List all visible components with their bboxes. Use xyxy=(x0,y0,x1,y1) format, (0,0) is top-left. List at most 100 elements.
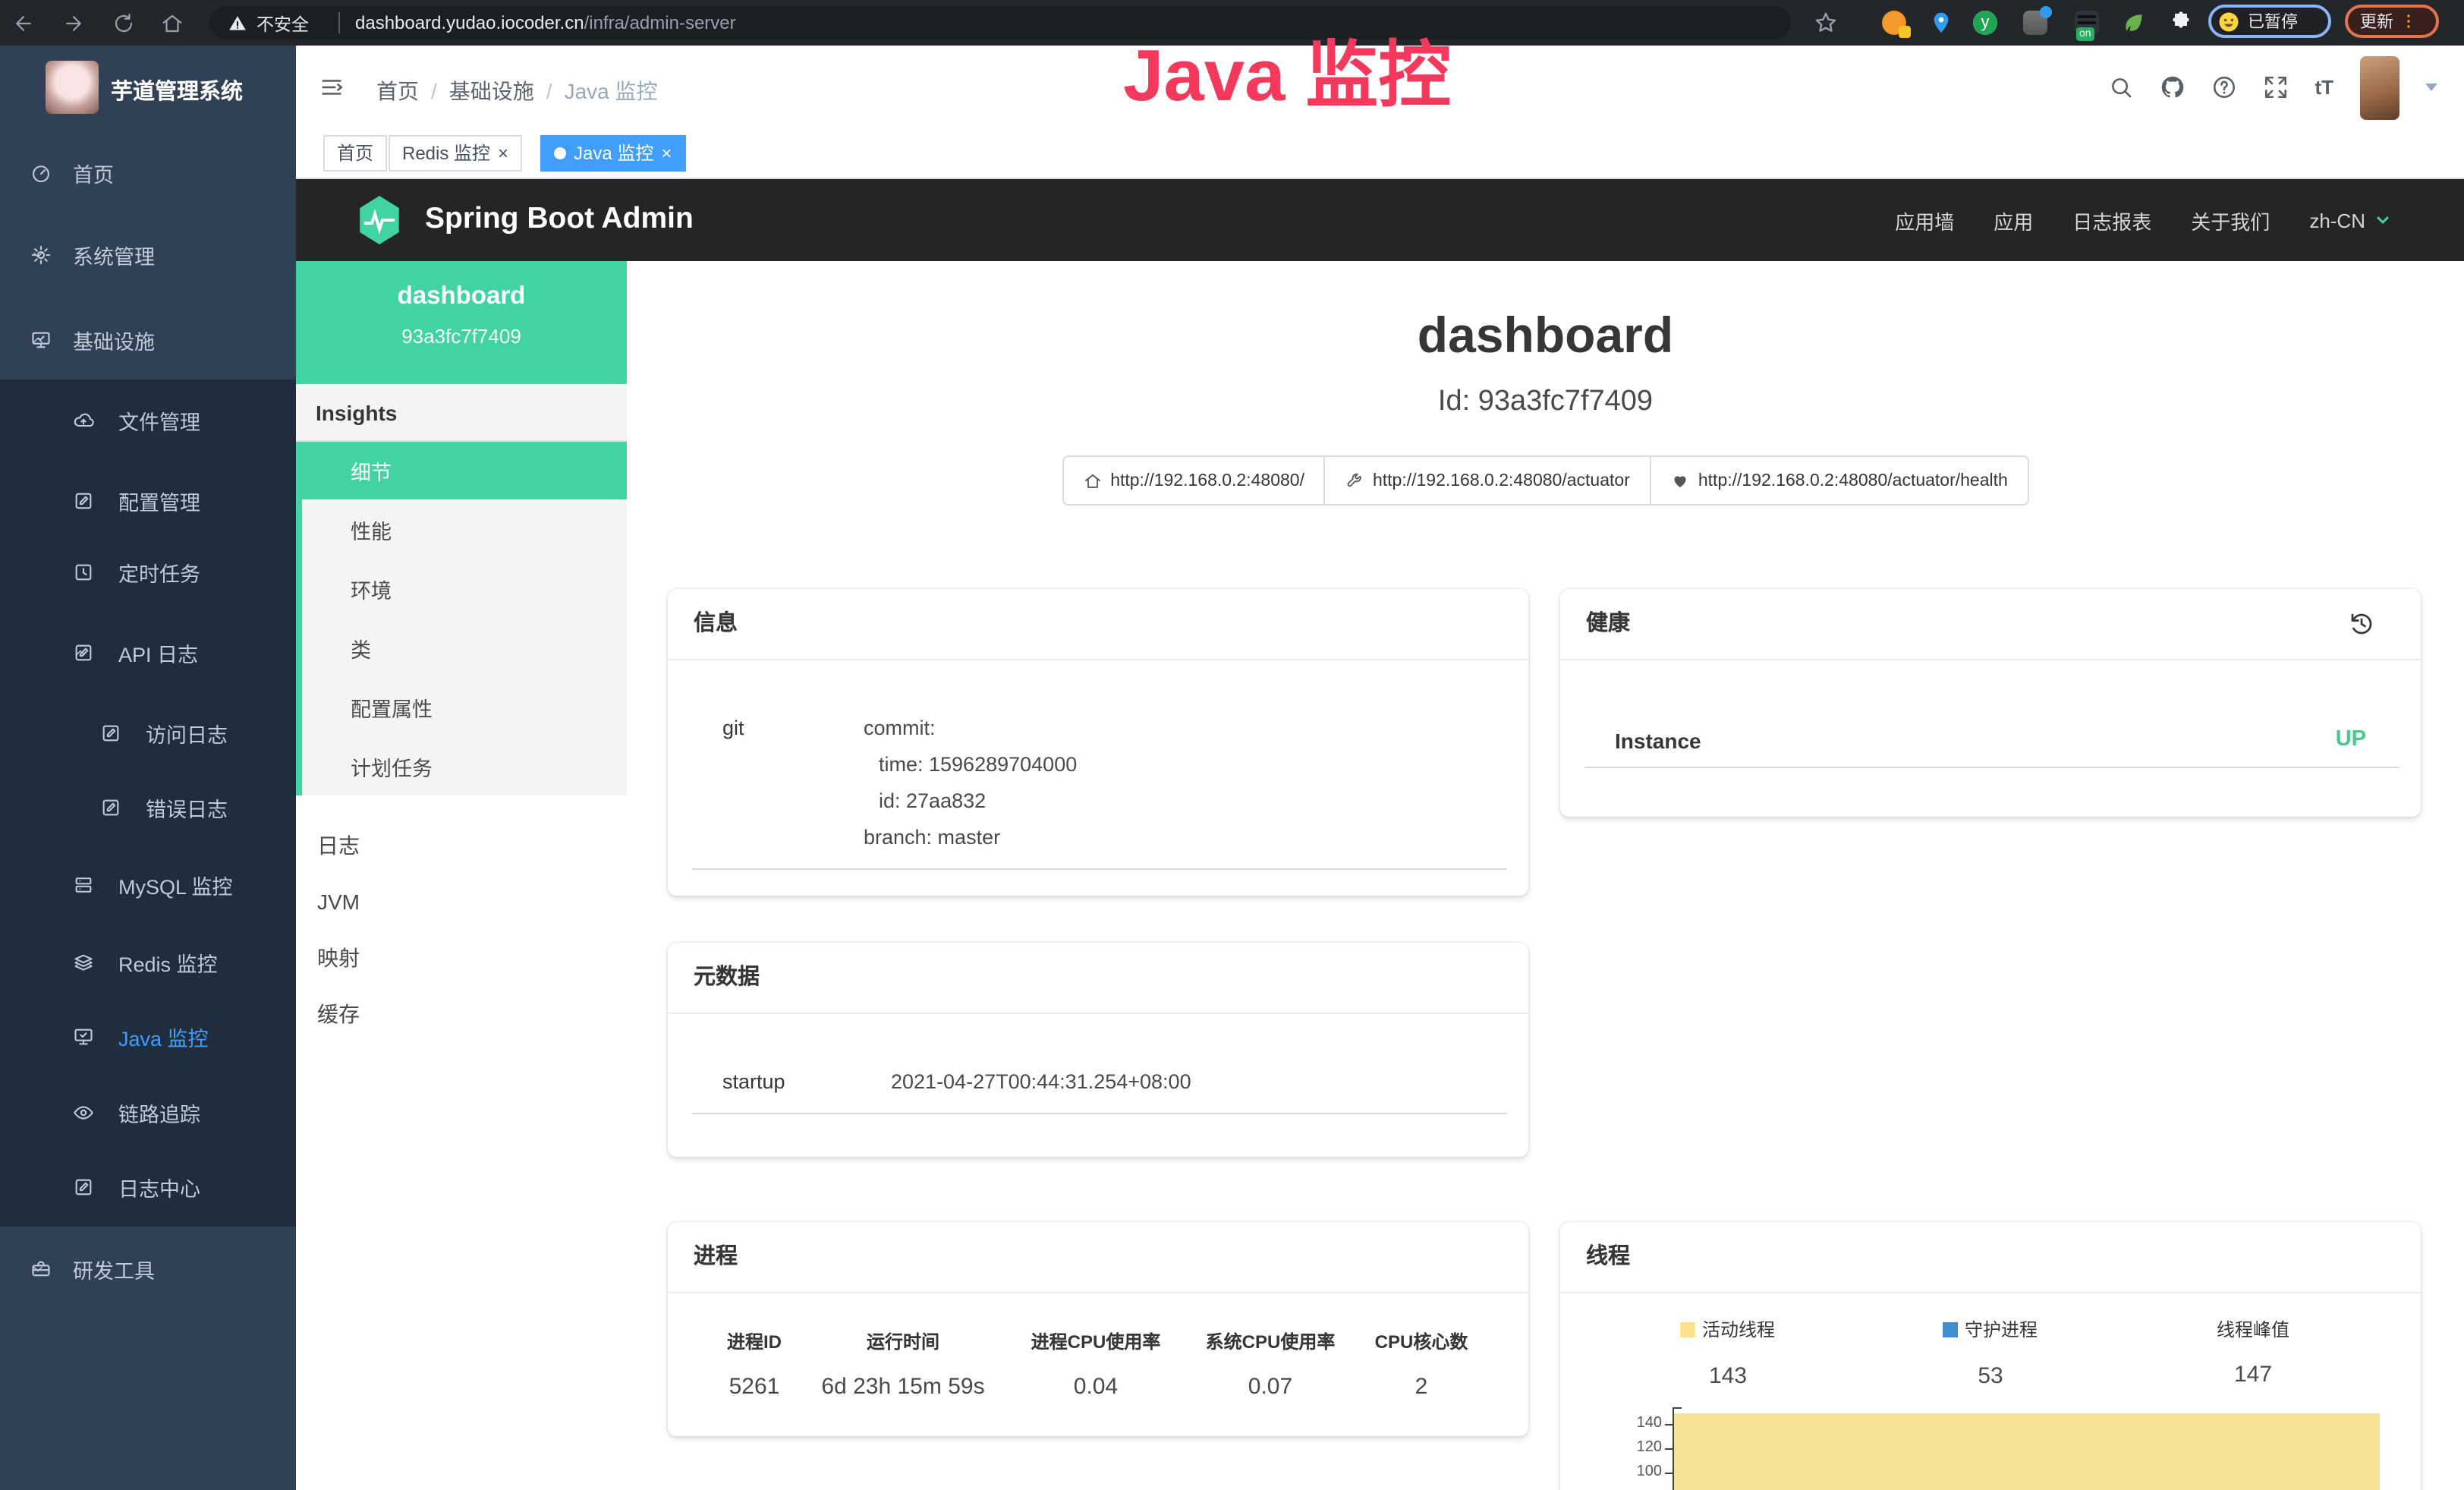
tab-java-monitor[interactable]: Java 监控× xyxy=(540,135,685,172)
search-icon[interactable] xyxy=(2108,74,2134,100)
sba-nav-about[interactable]: 关于我们 xyxy=(2191,206,2270,235)
health-card: 健康 Instance UP xyxy=(1560,589,2421,817)
help-icon[interactable] xyxy=(2211,74,2237,100)
browser-reload-icon[interactable] xyxy=(112,11,135,34)
sidebar-item-system[interactable]: 系统管理 xyxy=(0,225,296,285)
tags-view-bar: 首页 Redis 监控× Java 监控× xyxy=(296,129,2464,179)
avatar-caret-down-icon[interactable] xyxy=(2425,83,2437,91)
actuator-url-button[interactable]: http://192.168.0.2:48080/actuator xyxy=(1324,455,1651,506)
sba-nav-wallboard[interactable]: 应用墙 xyxy=(1895,206,1954,235)
tab-redis-monitor[interactable]: Redis 监控× xyxy=(389,135,522,172)
edit-icon xyxy=(100,723,121,744)
extensions-puzzle-icon[interactable] xyxy=(2169,11,2193,35)
pulse-icon xyxy=(361,206,398,234)
menu-item-classes[interactable]: 类 xyxy=(296,618,627,677)
history-icon[interactable] xyxy=(2348,610,2375,638)
col-header-uptime: 运行时间 xyxy=(804,1328,1002,1354)
sidebar-item-java-monitor[interactable]: Java 监控 xyxy=(0,1006,296,1067)
row-divider xyxy=(692,868,1507,870)
app-header: 首页/基础设施/Java 监控 tT xyxy=(296,46,2464,129)
service-url-button[interactable]: http://192.168.0.2:48080/ xyxy=(1062,455,1326,506)
url-text: dashboard.yudao.iocoder.cn/infra/admin-s… xyxy=(355,12,736,33)
user-avatar[interactable] xyxy=(2359,55,2399,119)
monitor-icon xyxy=(73,1026,94,1047)
sidebar-item-devtools[interactable]: 研发工具 xyxy=(0,1239,296,1299)
dashboard-icon xyxy=(30,162,52,184)
info-card: 信息 git commit: time: 1596289704000 id: 2… xyxy=(668,589,1528,896)
sidebar-item-files[interactable]: 文件管理 xyxy=(0,390,296,451)
wrench-icon xyxy=(1345,471,1364,490)
screen: 不安全 dashboard.yudao.iocoder.cn/infra/adm… xyxy=(0,0,2464,1490)
security-label[interactable]: 不安全 xyxy=(256,12,309,36)
menu-item-logs[interactable]: 日志 xyxy=(296,817,627,873)
sba-logo-icon[interactable] xyxy=(358,196,401,244)
sba-nav-applications[interactable]: 应用 xyxy=(1994,206,2033,235)
fullscreen-icon[interactable] xyxy=(2263,74,2289,100)
sidebar: 芋道管理系统 首页 系统管理 基础设施 文件管理 配置管理 定时任务 API 日… xyxy=(0,46,296,1490)
extension-y-icon[interactable]: y xyxy=(1973,11,1997,35)
extension-colorzilla-icon[interactable] xyxy=(1882,11,1906,35)
menu-item-scheduled-tasks[interactable]: 计划任务 xyxy=(296,736,627,795)
tab-home[interactable]: 首页 xyxy=(323,135,387,172)
close-icon[interactable]: × xyxy=(498,144,508,162)
sidebar-item-cron[interactable]: 定时任务 xyxy=(0,542,296,603)
sidebar-item-error-log[interactable]: 错误日志 xyxy=(0,777,296,838)
sidebar-item-infrastructure[interactable]: 基础设施 xyxy=(0,310,296,370)
address-bar[interactable]: 不安全 dashboard.yudao.iocoder.cn/infra/adm… xyxy=(209,6,1791,39)
health-url-button[interactable]: http://192.168.0.2:48080/actuator/health xyxy=(1650,455,2029,506)
menu-item-metrics[interactable]: 性能 xyxy=(296,499,627,559)
browser-menu-kebab-icon[interactable] xyxy=(2399,12,2418,30)
breadcrumb-current: Java 监控 xyxy=(565,79,658,103)
sidebar-item-redis-monitor[interactable]: Redis 监控 xyxy=(0,932,296,993)
sba-nav-journal[interactable]: 日志报表 xyxy=(2072,206,2151,235)
bookmark-star-icon[interactable] xyxy=(1814,11,1838,35)
extension-leaf-icon[interactable] xyxy=(2122,11,2146,35)
breadcrumb-infrastructure[interactable]: 基础设施 xyxy=(449,79,534,103)
menu-item-mappings[interactable]: 映射 xyxy=(296,929,627,985)
sba-brand[interactable]: Spring Boot Admin xyxy=(425,202,694,237)
security-warning-icon[interactable] xyxy=(228,13,247,33)
url-path: /infra/admin-server xyxy=(584,12,736,33)
sba-instance-header[interactable]: dashboard 93a3fc7f7409 xyxy=(296,261,627,384)
sba-navbar: Spring Boot Admin 应用墙 应用 日志报表 关于我们 zh-CN xyxy=(296,179,2464,261)
sidebar-item-log-center[interactable]: 日志中心 xyxy=(0,1157,296,1218)
update-button[interactable]: 更新 xyxy=(2345,5,2439,38)
menu-item-environment[interactable]: 环境 xyxy=(296,559,627,618)
health-card-title: 健康 xyxy=(1560,589,2421,660)
info-key: git xyxy=(722,717,744,739)
extension-on-badge: on xyxy=(2076,27,2094,41)
browser-forward-icon[interactable] xyxy=(62,11,85,34)
health-instance-label[interactable]: Instance xyxy=(1615,729,1701,753)
home-icon xyxy=(1083,471,1101,490)
sidebar-item-access-log[interactable]: 访问日志 xyxy=(0,703,296,764)
process-table: 进程ID 运行时间 进程CPU使用率 系统CPU使用率 CPU核心数 5261 … xyxy=(704,1328,1492,1400)
github-icon[interactable] xyxy=(2160,74,2186,100)
menu-item-details[interactable]: 细节 xyxy=(296,442,627,499)
menu-item-caches[interactable]: 缓存 xyxy=(296,985,627,1041)
page-title: dashboard xyxy=(627,307,2464,364)
paused-badge[interactable]: 已暂停 xyxy=(2208,5,2331,38)
browser-home-icon[interactable] xyxy=(161,11,184,34)
smiley-icon xyxy=(2217,10,2240,33)
font-size-icon[interactable]: tT xyxy=(2315,76,2333,99)
hamburger-icon[interactable] xyxy=(319,74,345,100)
extension-tampermonkey-icon[interactable]: on xyxy=(2075,11,2099,35)
sidebar-item-tracing[interactable]: 链路追踪 xyxy=(0,1082,296,1143)
extension-pin-icon[interactable] xyxy=(1929,11,1953,35)
menu-item-jvm[interactable]: JVM xyxy=(296,873,627,929)
breadcrumb-home[interactable]: 首页 xyxy=(376,79,419,103)
edit-icon xyxy=(73,1177,94,1198)
value-system-cpu: 0.07 xyxy=(1190,1374,1351,1400)
close-icon[interactable]: × xyxy=(661,144,672,162)
sidebar-item-home[interactable]: 首页 xyxy=(0,143,296,203)
health-status-badge: UP xyxy=(2336,727,2366,751)
sidebar-item-mysql-monitor[interactable]: MySQL 监控 xyxy=(0,855,296,915)
browser-back-icon[interactable] xyxy=(12,11,35,34)
sidebar-item-config[interactable]: 配置管理 xyxy=(0,471,296,531)
sidebar-item-api-log[interactable]: API 日志 xyxy=(0,622,296,683)
info-card-title: 信息 xyxy=(668,589,1528,660)
sba-locale-select[interactable]: zh-CN xyxy=(2309,209,2391,232)
col-header-system-cpu: 系统CPU使用率 xyxy=(1190,1328,1351,1354)
extension-grid-icon[interactable] xyxy=(2023,11,2047,35)
menu-item-config-props[interactable]: 配置属性 xyxy=(296,677,627,736)
